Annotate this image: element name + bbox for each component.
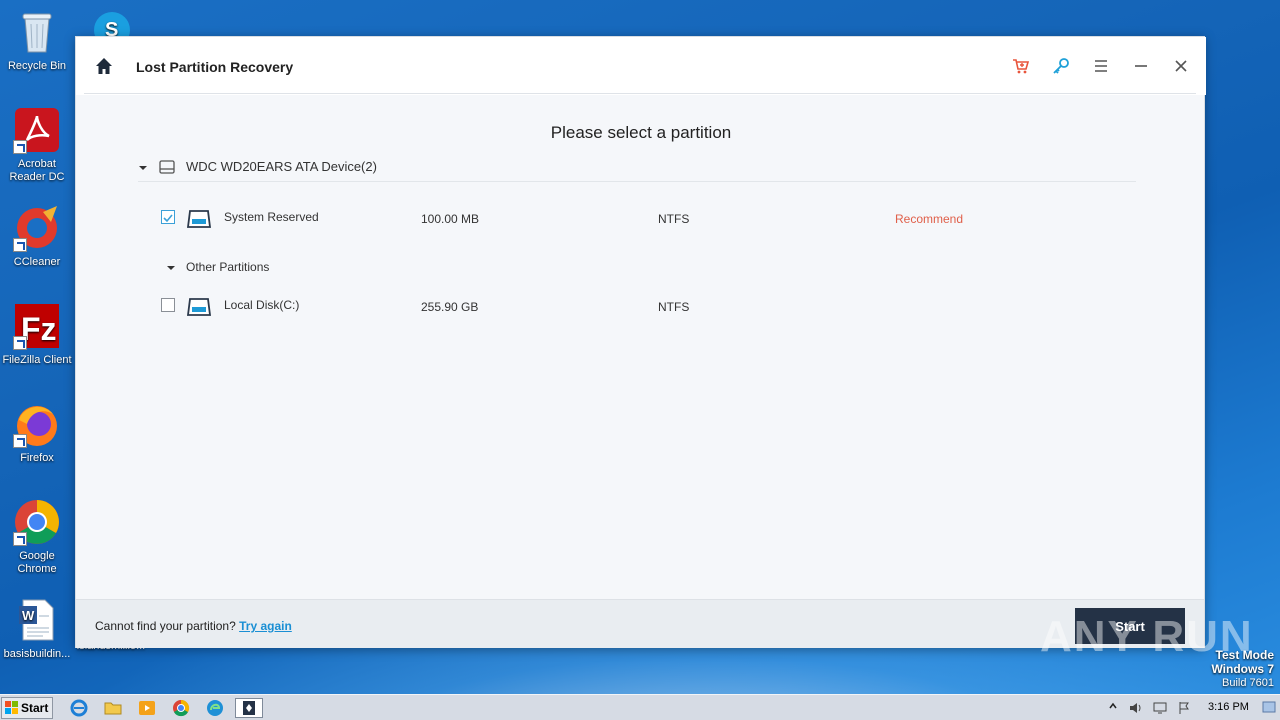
cart-icon [1013, 59, 1030, 74]
media-player-icon [139, 701, 155, 715]
partition-checkbox[interactable] [161, 298, 175, 312]
windows-logo-icon [5, 701, 18, 714]
chevron-up-icon[interactable] [1108, 700, 1118, 714]
taskbar: Start 3:16 PM [0, 694, 1280, 720]
footer-prompt: Cannot find your partition? [95, 619, 236, 633]
app-title: Lost Partition Recovery [136, 59, 294, 75]
volume-icon[interactable] [1128, 700, 1144, 716]
cart-button[interactable] [1011, 56, 1031, 76]
desktop-icon-label: basisbuildin... [3, 648, 71, 660]
taskbar-ie[interactable] [69, 698, 91, 718]
shortcut-arrow-icon [13, 434, 27, 448]
desktop-icon-label: CCleaner [13, 256, 61, 268]
shortcut-arrow-icon [13, 140, 27, 154]
edge-icon [207, 700, 223, 716]
device-name: WDC WD20EARS ATA Device(2) [186, 159, 377, 174]
windows-version-line: Windows 7 [1211, 662, 1274, 676]
desktop-icon-label: FileZilla Client [2, 354, 72, 366]
test-mode-line: Test Mode [1215, 648, 1274, 662]
desktop-icon-acrobat[interactable]: Acrobat Reader DC [0, 106, 74, 184]
show-desktop-icon [1262, 701, 1276, 713]
desktop-icon-label: Google Chrome [17, 550, 57, 575]
partition-drive-icon [186, 298, 212, 316]
taskbar-chrome[interactable] [171, 698, 193, 718]
acrobat-icon [13, 106, 61, 154]
desktop-icon-filezilla[interactable]: Fz FileZilla Client [0, 302, 74, 367]
partition-filesystem: NTFS [658, 300, 690, 314]
partition-size: 255.90 GB [421, 300, 479, 314]
try-again-link[interactable]: Try again [239, 619, 292, 633]
partition-drive-icon [186, 210, 212, 228]
chevron-down-icon[interactable] [138, 163, 148, 173]
svg-text:W: W [22, 608, 35, 623]
hard-drive-icon [159, 160, 175, 174]
start-label: Start [21, 701, 49, 715]
start-menu-button[interactable]: Start [1, 697, 53, 719]
checkmark-icon [163, 214, 173, 223]
recommend-tag: Recommend [895, 212, 964, 226]
other-partitions-label: Other Partitions [186, 260, 270, 274]
desktop-icon-ccleaner[interactable]: CCleaner [0, 204, 74, 269]
titlebar-divider [84, 93, 1196, 94]
partition-filesystem: NTFS [658, 212, 690, 226]
build-line: Build 7601 [1222, 677, 1274, 689]
skype-icon: S [92, 8, 132, 48]
close-icon [1175, 60, 1187, 72]
firefox-icon [13, 400, 61, 448]
recycle-bin-icon [13, 8, 61, 56]
minimize-button[interactable] [1131, 56, 1151, 76]
filezilla-icon: Fz [13, 302, 61, 350]
partition-name: Local Disk(C:) [224, 298, 300, 312]
license-key-button[interactable] [1051, 56, 1071, 76]
taskbar-media-player[interactable] [137, 698, 159, 718]
desktop-icon-recycle-bin[interactable]: Recycle Bin [0, 8, 74, 73]
desktop-icon-chrome[interactable]: Google Chrome [0, 498, 74, 576]
network-icon[interactable] [1152, 700, 1168, 716]
folder-icon [104, 702, 122, 715]
ccleaner-icon [13, 204, 61, 252]
test-mode-notice: Test Mode Windows 7 Build 7601 [1211, 648, 1274, 690]
desktop-icon-firefox[interactable]: Firefox [0, 400, 74, 465]
shortcut-arrow-icon [13, 336, 27, 350]
chrome-icon [173, 699, 190, 717]
hamburger-menu-icon [1095, 60, 1107, 72]
key-icon [1053, 58, 1069, 74]
close-button[interactable] [1171, 56, 1191, 76]
show-desktop-button[interactable] [1262, 699, 1276, 715]
taskbar-partition-recovery[interactable] [235, 698, 263, 718]
taskbar-clock[interactable]: 3:16 PM [1208, 701, 1249, 713]
shortcut-arrow-icon [13, 532, 27, 546]
internet-explorer-icon [70, 699, 88, 717]
page-heading: Please select a partition [550, 123, 732, 142]
desktop-icon-label: Acrobat Reader DC [9, 158, 65, 183]
word-document-icon: W [13, 596, 61, 644]
home-button[interactable] [94, 56, 114, 76]
partition-checkbox[interactable] [161, 210, 175, 224]
menu-button[interactable] [1091, 56, 1111, 76]
action-center-flag-icon[interactable] [1176, 700, 1192, 716]
app-icon [243, 701, 255, 715]
chrome-icon [13, 498, 61, 546]
titlebar: Lost Partition Recovery [76, 37, 1206, 95]
app-window: Lost Partition Recovery Please select a … [75, 36, 1206, 648]
desktop-icon-label: Recycle Bin [7, 60, 67, 72]
desktop-icon-document-1[interactable]: W basisbuildin... [0, 596, 74, 661]
partition-size: 100.00 MB [421, 212, 480, 226]
desktop-icon-label: Firefox [20, 452, 54, 464]
partition-name: System Reserved [224, 210, 319, 224]
minimize-icon [1135, 65, 1147, 67]
chevron-down-icon [167, 266, 175, 270]
home-icon [96, 58, 112, 74]
partition-row[interactable]: Local Disk(C:) 255.90 GB NTFS [161, 295, 1061, 325]
device-divider [138, 181, 1136, 182]
partition-row[interactable]: System Reserved 100.00 MB NTFS Recommend [161, 207, 1061, 237]
taskbar-edge[interactable] [205, 698, 227, 718]
shortcut-arrow-icon [13, 238, 27, 252]
taskbar-explorer[interactable] [103, 698, 125, 718]
footer-bar: Cannot find your partition? Try again St… [76, 599, 1204, 648]
footer-message: Cannot find your partition? Try again [95, 619, 292, 633]
